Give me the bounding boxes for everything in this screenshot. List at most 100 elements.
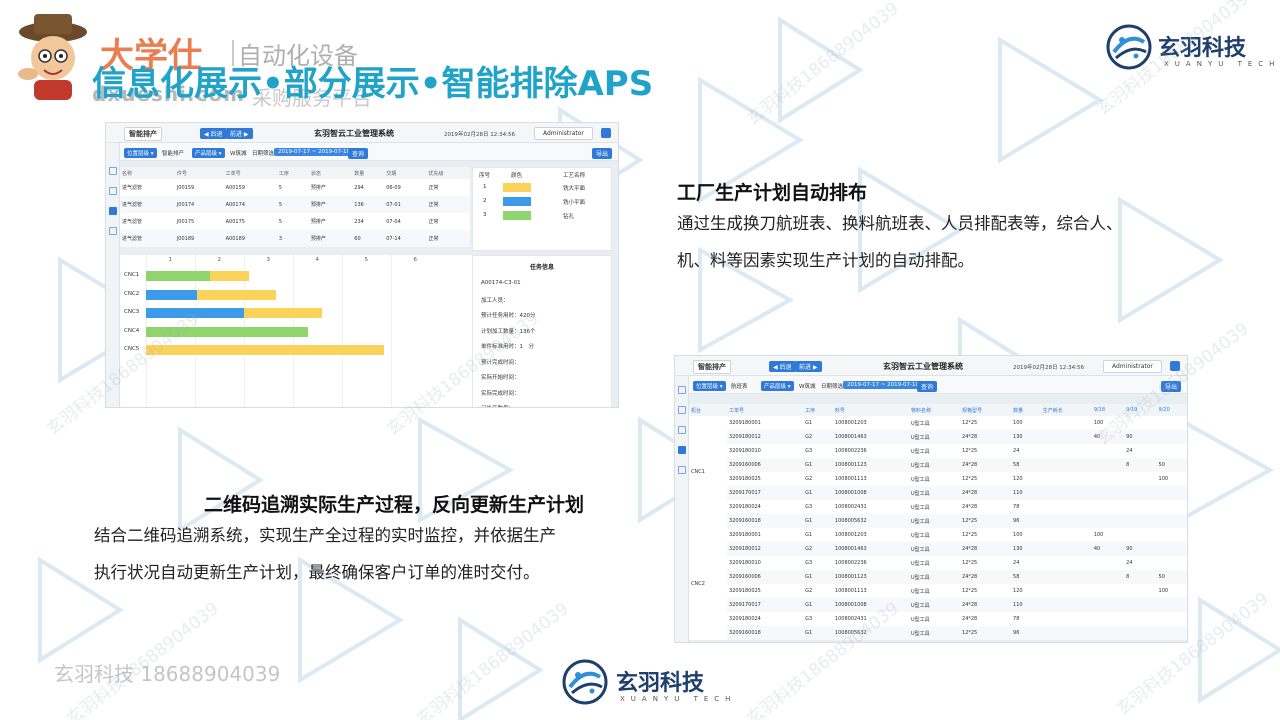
product-dropdown[interactable]: 产品层级 ▾ xyxy=(192,148,225,158)
table-row[interactable]: 3209180012 G2 1008001463 U型工具 24*28 130 40 90 xyxy=(689,430,1187,444)
location-dropdown[interactable]: 位置层级 ▾ xyxy=(693,381,726,391)
table-cell: 234 xyxy=(354,218,364,225)
gantt-bar[interactable] xyxy=(209,271,249,281)
schedule-icon[interactable] xyxy=(109,207,117,215)
table-row[interactable]: 3209170017 G1 1008001008 U型工具 24*28 110 xyxy=(689,598,1187,612)
table-row[interactable]: 进气滤管 J00174 A00174 5 预排产 136 07-01 正常 xyxy=(120,196,470,213)
table-cell xyxy=(1092,556,1124,570)
table-row[interactable]: 3209160018 G1 1008005632 U型工具 12*25 96 xyxy=(689,514,1187,528)
user-icon[interactable] xyxy=(1170,361,1180,371)
table-cell xyxy=(1157,612,1187,626)
table-row[interactable]: 3209180025 G2 1008001113 U型工具 12*25 120 100 xyxy=(689,584,1187,598)
table-row[interactable]: 3209160018 G1 1008005632 U型工具 12*25 96 xyxy=(689,626,1187,640)
table-cell: G1 xyxy=(803,486,833,500)
gantt-bar[interactable] xyxy=(197,289,276,300)
table-row[interactable]: 进气滤管 J00175 A00175 5 预排产 234 07-04 正常 xyxy=(120,213,470,230)
table-row[interactable]: 3209180024 G3 1008002431 U型工具 24*28 78 xyxy=(689,500,1187,514)
home-icon[interactable] xyxy=(678,386,686,394)
table-cell: G3 xyxy=(805,448,813,454)
menu-label[interactable]: 智能排产 xyxy=(124,127,162,141)
table-row[interactable]: CNC1 3209180001 G1 1008001203 U型工具 12*25 100 10… xyxy=(689,416,1187,528)
table-row[interactable]: 进气滤管 J00189 A00189 3 预排产 60 07-14 正常 xyxy=(120,230,470,247)
table-cell: 3209180025 xyxy=(729,476,761,482)
task-info-line: 实际完成时间： xyxy=(481,390,520,397)
query-button[interactable]: 查询 xyxy=(917,381,938,392)
table-row[interactable]: 3209160006 G1 1008001123 U型工具 24*28 58 8 50 xyxy=(689,570,1187,584)
legend-header-name: 工艺名称 xyxy=(563,173,586,179)
table-row[interactable]: 3209170017 G1 1008001008 U型工具 24*28 110 xyxy=(689,486,1187,500)
gantt-bar[interactable] xyxy=(146,271,210,281)
table-cell: 3209180001 xyxy=(729,420,761,426)
menu-label[interactable]: 智能排产 xyxy=(693,360,731,374)
table-cell: U型工具 xyxy=(911,560,930,567)
home-icon[interactable] xyxy=(109,167,117,175)
table-cell xyxy=(1124,486,1157,500)
table-row[interactable]: 3209180025 G2 1008001113 U型工具 12*25 120 100 xyxy=(689,472,1187,486)
app-sidebar xyxy=(106,143,120,407)
chart-icon[interactable] xyxy=(678,406,686,414)
list-icon[interactable] xyxy=(678,426,686,434)
table-row[interactable]: 3209180010 G3 1008002236 U型工具 12*25 24 24 xyxy=(689,556,1187,570)
user-icon[interactable] xyxy=(601,128,611,138)
process-legend: 序号 颜色 工艺名称 1 铣大平面 2 铣小平面 3 钻孔 xyxy=(472,167,612,251)
back-button[interactable]: ◀ 后退 xyxy=(200,128,227,139)
export-button[interactable]: 导出 xyxy=(592,148,613,159)
gantt-bar[interactable] xyxy=(146,308,244,318)
table-cell: 12*25 xyxy=(962,448,978,454)
table-cell: 1008001008 xyxy=(832,486,909,500)
table-header: 工单号 xyxy=(223,167,277,179)
date-range-picker[interactable]: 2019-07-17 ~ 2019-07-18 xyxy=(843,381,924,389)
table-cell: 40 xyxy=(1091,542,1125,556)
gantt-tick-label: 5 xyxy=(364,257,369,263)
product-dropdown[interactable]: 产品层级 ▾ xyxy=(761,381,794,391)
gantt-bar[interactable] xyxy=(146,345,384,355)
table-cell: 8 xyxy=(1124,458,1157,472)
table-row[interactable]: 3209160006 G1 1008001123 U型工具 24*28 58 8 50 xyxy=(689,458,1187,472)
table-cell: 正常 xyxy=(426,230,470,247)
table-cell xyxy=(1041,472,1092,486)
table-header: 数量 xyxy=(1011,404,1041,416)
task-info-line: 已生产数量： xyxy=(481,404,514,407)
forward-button[interactable]: 前进 ▶ xyxy=(795,361,822,372)
user-menu[interactable]: Administrator xyxy=(534,127,593,140)
table-cell: 12*25 xyxy=(962,420,978,426)
date-range-picker[interactable]: 2019-07-17 ~ 2019-07-18 xyxy=(274,148,355,156)
table-cell: 07-14 xyxy=(384,230,427,247)
chart-icon[interactable] xyxy=(109,187,117,195)
gantt-bar[interactable] xyxy=(146,289,198,300)
table-cell xyxy=(1092,444,1124,458)
table-cell xyxy=(1040,486,1092,500)
legend-process-name: 铣大平面 xyxy=(563,186,586,192)
table-cell: 96 xyxy=(1011,626,1041,640)
grid-icon[interactable] xyxy=(678,466,686,474)
table-row[interactable]: 进气滤管 J00159 A00159 5 预排产 294 06-09 正常 xyxy=(120,179,470,196)
gantt-bar[interactable] xyxy=(146,326,308,337)
datetime: 2019年02月28日 12:34:56 xyxy=(1013,365,1084,371)
table-row[interactable]: 3209180024 G3 1008002431 U型工具 24*28 78 xyxy=(689,612,1187,626)
table-cell: U型工具 xyxy=(909,626,961,640)
location-dropdown[interactable]: 位置层级 ▾ xyxy=(124,148,157,158)
table-cell: 120 xyxy=(1013,588,1023,594)
grid-icon[interactable] xyxy=(109,227,117,235)
table-cell: 24 xyxy=(1013,560,1020,566)
table-cell: 进气滤管 xyxy=(122,219,143,225)
export-button[interactable]: 导出 xyxy=(1161,381,1182,392)
table-cell: U型工具 xyxy=(911,504,930,511)
back-button[interactable]: ◀ 后退 xyxy=(769,361,796,372)
query-button[interactable]: 查询 xyxy=(348,148,369,159)
forward-button[interactable]: 前进 ▶ xyxy=(226,128,253,139)
table-cell xyxy=(1041,528,1092,542)
gantt-bar[interactable] xyxy=(244,308,323,318)
schedule-icon[interactable] xyxy=(678,446,686,454)
table-cell: 24*28 xyxy=(962,504,978,510)
task-info-line: 单件标准用时：1 分 xyxy=(481,344,534,350)
table-row[interactable]: CNC2 3209180001 G1 1008001203 U型工具 12*25 100 10… xyxy=(689,528,1187,640)
date-filter-label: 日期筛选 xyxy=(252,151,275,157)
table-header: 料号 xyxy=(832,404,909,416)
table-cell: 100 xyxy=(1158,476,1169,482)
table-cell xyxy=(1091,514,1125,528)
user-menu[interactable]: Administrator xyxy=(1103,360,1162,373)
table-row[interactable]: 3209180012 G2 1008001463 U型工具 24*28 130 40 90 xyxy=(689,542,1187,556)
table-row[interactable]: 3209180010 G3 1008002236 U型工具 12*25 24 24 xyxy=(689,444,1187,458)
gantt-tick-label: 3 xyxy=(266,257,271,263)
